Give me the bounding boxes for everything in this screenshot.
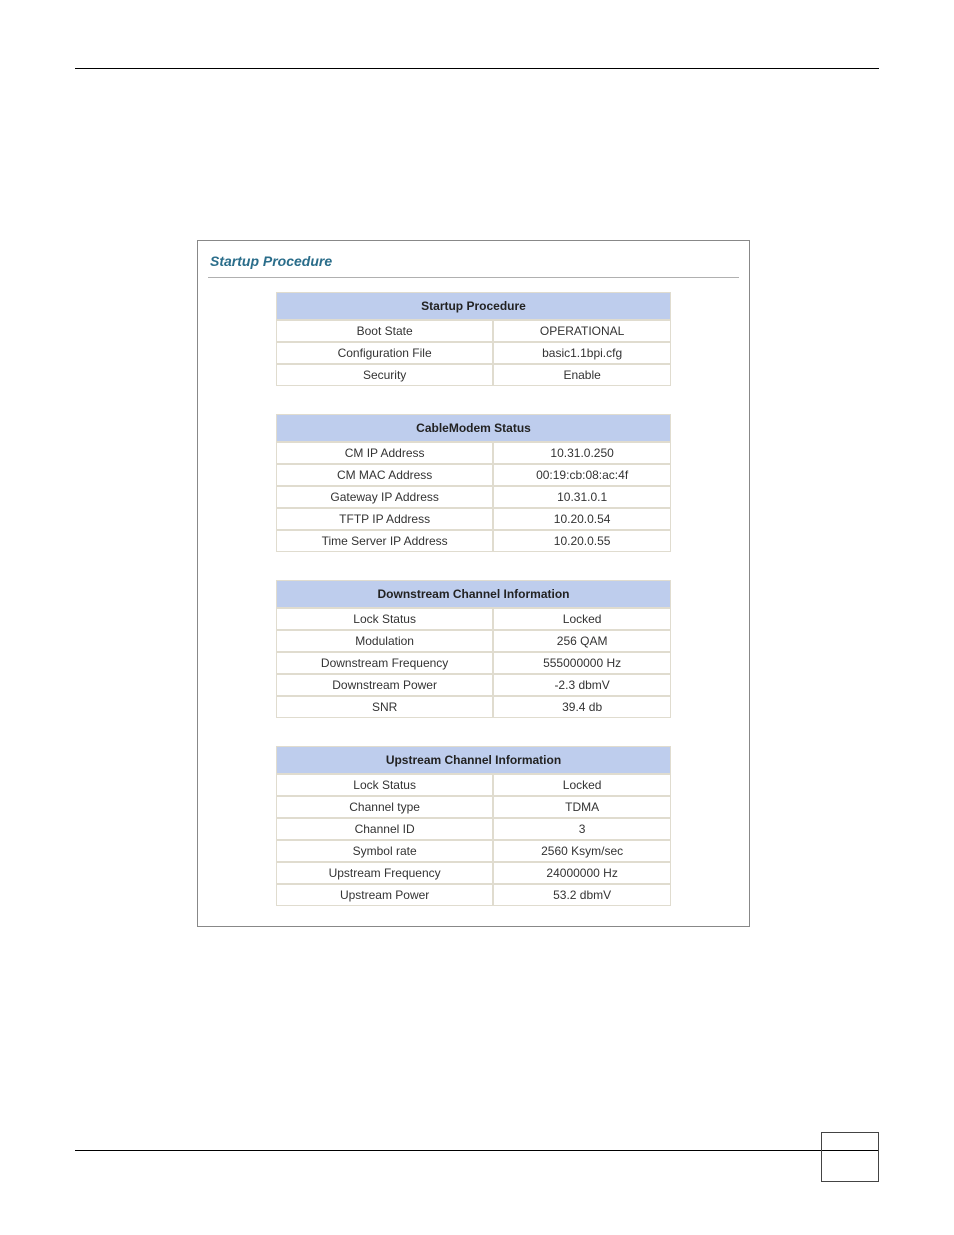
row-value: 10.20.0.55 [493, 530, 671, 552]
row-key: Boot State [276, 320, 493, 342]
row-value: -2.3 dbmV [493, 674, 671, 696]
row-value: basic1.1bpi.cfg [493, 342, 671, 364]
row-value: 2560 Ksym/sec [493, 840, 671, 862]
table-row: Upstream Frequency24000000 Hz [276, 862, 671, 884]
table-row: Modulation256 QAM [276, 630, 671, 652]
table-row: SNR39.4 db [276, 696, 671, 718]
row-value: 53.2 dbmV [493, 884, 671, 906]
upstream-channel-table: Upstream Channel Information Lock Status… [276, 746, 671, 906]
row-value: Enable [493, 364, 671, 386]
table-row: Downstream Power-2.3 dbmV [276, 674, 671, 696]
table-header: Startup Procedure [276, 292, 671, 320]
row-value: Locked [493, 608, 671, 630]
row-value: 10.31.0.250 [493, 442, 671, 464]
table-row: Downstream Frequency555000000 Hz [276, 652, 671, 674]
page-footer-rule [75, 1150, 879, 1151]
row-key: Gateway IP Address [276, 486, 493, 508]
status-panel: Startup Procedure Startup Procedure Boot… [197, 240, 750, 927]
row-key: CM MAC Address [276, 464, 493, 486]
row-key: CM IP Address [276, 442, 493, 464]
row-key: Upstream Power [276, 884, 493, 906]
table-row: Symbol rate2560 Ksym/sec [276, 840, 671, 862]
row-key: Modulation [276, 630, 493, 652]
table-row: Upstream Power53.2 dbmV [276, 884, 671, 906]
table-row: Channel ID3 [276, 818, 671, 840]
panel-title: Startup Procedure [198, 241, 749, 275]
row-key: Time Server IP Address [276, 530, 493, 552]
row-key: Symbol rate [276, 840, 493, 862]
row-value: 3 [493, 818, 671, 840]
row-key: Security [276, 364, 493, 386]
row-key: Lock Status [276, 608, 493, 630]
row-key: Upstream Frequency [276, 862, 493, 884]
table-row: Lock StatusLocked [276, 774, 671, 796]
downstream-channel-table: Downstream Channel Information Lock Stat… [276, 580, 671, 718]
table-row: Channel typeTDMA [276, 796, 671, 818]
row-value: TDMA [493, 796, 671, 818]
table-row: Configuration Filebasic1.1bpi.cfg [276, 342, 671, 364]
row-key: SNR [276, 696, 493, 718]
row-key: Channel type [276, 796, 493, 818]
table-header: Upstream Channel Information [276, 746, 671, 774]
row-value: 256 QAM [493, 630, 671, 652]
table-row: CM MAC Address00:19:cb:08:ac:4f [276, 464, 671, 486]
panel-divider [208, 277, 739, 278]
table-row: TFTP IP Address10.20.0.54 [276, 508, 671, 530]
table-row: Boot StateOPERATIONAL [276, 320, 671, 342]
row-value: 10.20.0.54 [493, 508, 671, 530]
cablemodem-status-table: CableModem Status CM IP Address10.31.0.2… [276, 414, 671, 552]
row-value: OPERATIONAL [493, 320, 671, 342]
table-row: Time Server IP Address10.20.0.55 [276, 530, 671, 552]
row-key: Downstream Power [276, 674, 493, 696]
table-row: CM IP Address10.31.0.250 [276, 442, 671, 464]
row-key: TFTP IP Address [276, 508, 493, 530]
row-key: Lock Status [276, 774, 493, 796]
table-header: CableModem Status [276, 414, 671, 442]
page-number-box [821, 1132, 879, 1182]
startup-procedure-table: Startup Procedure Boot StateOPERATIONAL … [276, 292, 671, 386]
row-value: 24000000 Hz [493, 862, 671, 884]
row-value: 39.4 db [493, 696, 671, 718]
table-header: Downstream Channel Information [276, 580, 671, 608]
row-value: 10.31.0.1 [493, 486, 671, 508]
row-value: 00:19:cb:08:ac:4f [493, 464, 671, 486]
row-key: Downstream Frequency [276, 652, 493, 674]
row-value: 555000000 Hz [493, 652, 671, 674]
page-header-rule [75, 68, 879, 69]
table-row: Gateway IP Address10.31.0.1 [276, 486, 671, 508]
row-key: Channel ID [276, 818, 493, 840]
row-value: Locked [493, 774, 671, 796]
table-row: Lock StatusLocked [276, 608, 671, 630]
table-row: SecurityEnable [276, 364, 671, 386]
row-key: Configuration File [276, 342, 493, 364]
